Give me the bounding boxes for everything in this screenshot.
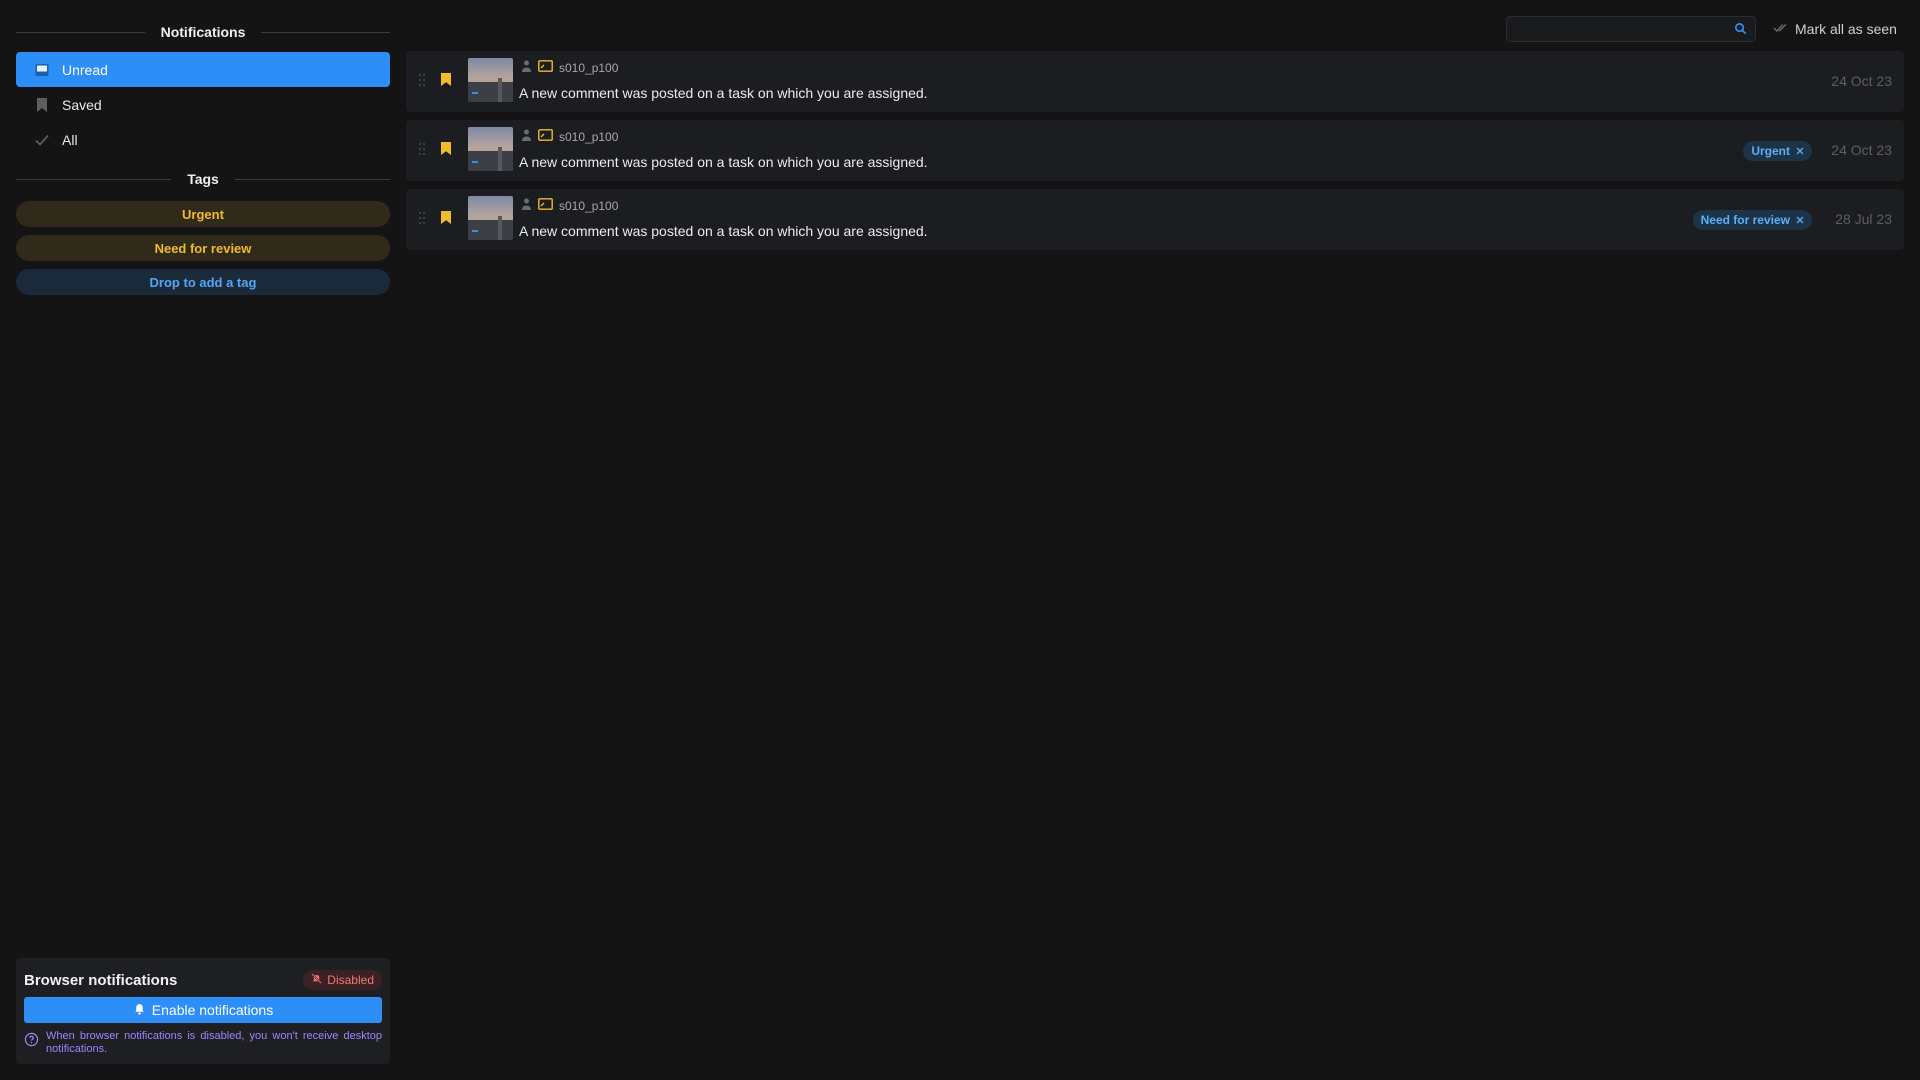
close-icon[interactable] (1796, 213, 1804, 227)
notification-list: s010_p100 A new comment was posted on a … (406, 51, 1904, 258)
tags-title: Tags (187, 171, 219, 187)
tag-pill-need-for-review: Need for review (1692, 210, 1812, 230)
status-badge-label: Disabled (327, 973, 374, 987)
notifications-heading: Notifications (16, 18, 390, 46)
shot-icon (538, 60, 553, 75)
user-icon (521, 129, 532, 144)
bookmark-icon[interactable] (440, 141, 452, 161)
entity-name[interactable]: s010_p100 (559, 61, 618, 75)
bookmark-icon (34, 97, 50, 113)
entity-name[interactable]: s010_p100 (559, 199, 618, 213)
notification-message: A new comment was posted on a task on wh… (519, 223, 928, 239)
shot-icon (538, 198, 553, 213)
status-badge: Disabled (303, 970, 382, 990)
notification-row[interactable]: s010_p100 A new comment was posted on a … (406, 189, 1904, 250)
sidebar-item-label: Saved (62, 96, 102, 113)
notification-row[interactable]: s010_p100 A new comment was posted on a … (406, 51, 1904, 112)
tags-heading: Tags (16, 165, 391, 193)
bell-off-icon (311, 973, 323, 987)
notification-date: 28 Jul 23 (1835, 211, 1892, 227)
divider (16, 178, 172, 180)
divider (16, 31, 145, 33)
double-check-icon (1773, 21, 1789, 37)
tag-urgent[interactable]: Urgent (16, 201, 390, 227)
notifications-title: Notifications (160, 24, 246, 40)
question-circle-icon (24, 1032, 40, 1056)
notification-row[interactable]: s010_p100 A new comment was posted on a … (406, 120, 1904, 181)
bookmark-icon[interactable] (440, 72, 452, 92)
user-icon (521, 60, 532, 75)
browser-notifications-title: Browser notifications (24, 971, 178, 989)
enable-notifications-button[interactable]: Enable notifications (24, 997, 382, 1023)
enable-notifications-label: Enable notifications (151, 1002, 274, 1018)
sidebar-item-all[interactable]: All (16, 122, 390, 157)
browser-notifications-card: Browser notifications Disabled Enable no… (16, 958, 390, 1064)
inbox-icon (34, 62, 50, 78)
sidebar-item-saved[interactable]: Saved (16, 87, 390, 122)
drop-tag-zone[interactable]: Drop to add a tag (16, 269, 390, 295)
tag-pill-label: Urgent (1751, 144, 1790, 158)
divider (234, 178, 391, 180)
sidebar-item-label: Unread (62, 61, 108, 78)
app-root: Notifications Unread Saved All Tags Urge… (0, 0, 1920, 1080)
search-icon (1734, 22, 1747, 40)
mark-all-seen-button[interactable]: Mark all as seen (1773, 16, 1897, 42)
notification-date: 24 Oct 23 (1831, 73, 1892, 89)
help-text: When browser notifications is disabled, … (46, 1030, 382, 1055)
browser-notifications-help: When browser notifications is disabled, … (24, 1030, 382, 1056)
shot-thumbnail (468, 196, 513, 240)
bell-icon (133, 1002, 146, 1018)
shot-icon (538, 129, 553, 144)
close-icon[interactable] (1796, 144, 1804, 158)
filter-nav: Unread Saved All (16, 52, 390, 157)
notification-meta: s010_p100 (521, 60, 618, 75)
shot-thumbnail (468, 127, 513, 171)
sidebar: Notifications Unread Saved All Tags Urge… (16, 18, 391, 1064)
browser-notifications-header: Browser notifications Disabled (24, 966, 382, 994)
shot-thumbnail (468, 58, 513, 102)
bookmark-icon[interactable] (440, 210, 452, 230)
entity-name[interactable]: s010_p100 (559, 130, 618, 144)
drag-handle-icon[interactable] (418, 73, 426, 92)
notification-meta: s010_p100 (521, 198, 618, 213)
drag-handle-icon[interactable] (418, 142, 426, 161)
notification-message: A new comment was posted on a task on wh… (519, 85, 928, 101)
drag-handle-icon[interactable] (418, 211, 426, 230)
mark-all-seen-label: Mark all as seen (1795, 21, 1897, 37)
notification-date: 24 Oct 23 (1831, 142, 1892, 158)
tag-need-for-review[interactable]: Need for review (16, 235, 390, 261)
tag-pill-label: Need for review (1700, 213, 1790, 227)
tag-pill-urgent: Urgent (1743, 141, 1812, 161)
check-icon (34, 132, 50, 148)
search-input[interactable] (1506, 16, 1756, 42)
divider (261, 31, 390, 33)
user-icon (521, 198, 532, 213)
notification-meta: s010_p100 (521, 129, 618, 144)
sidebar-item-label: All (62, 131, 78, 148)
sidebar-item-unread[interactable]: Unread (16, 52, 390, 87)
notification-message: A new comment was posted on a task on wh… (519, 154, 928, 170)
